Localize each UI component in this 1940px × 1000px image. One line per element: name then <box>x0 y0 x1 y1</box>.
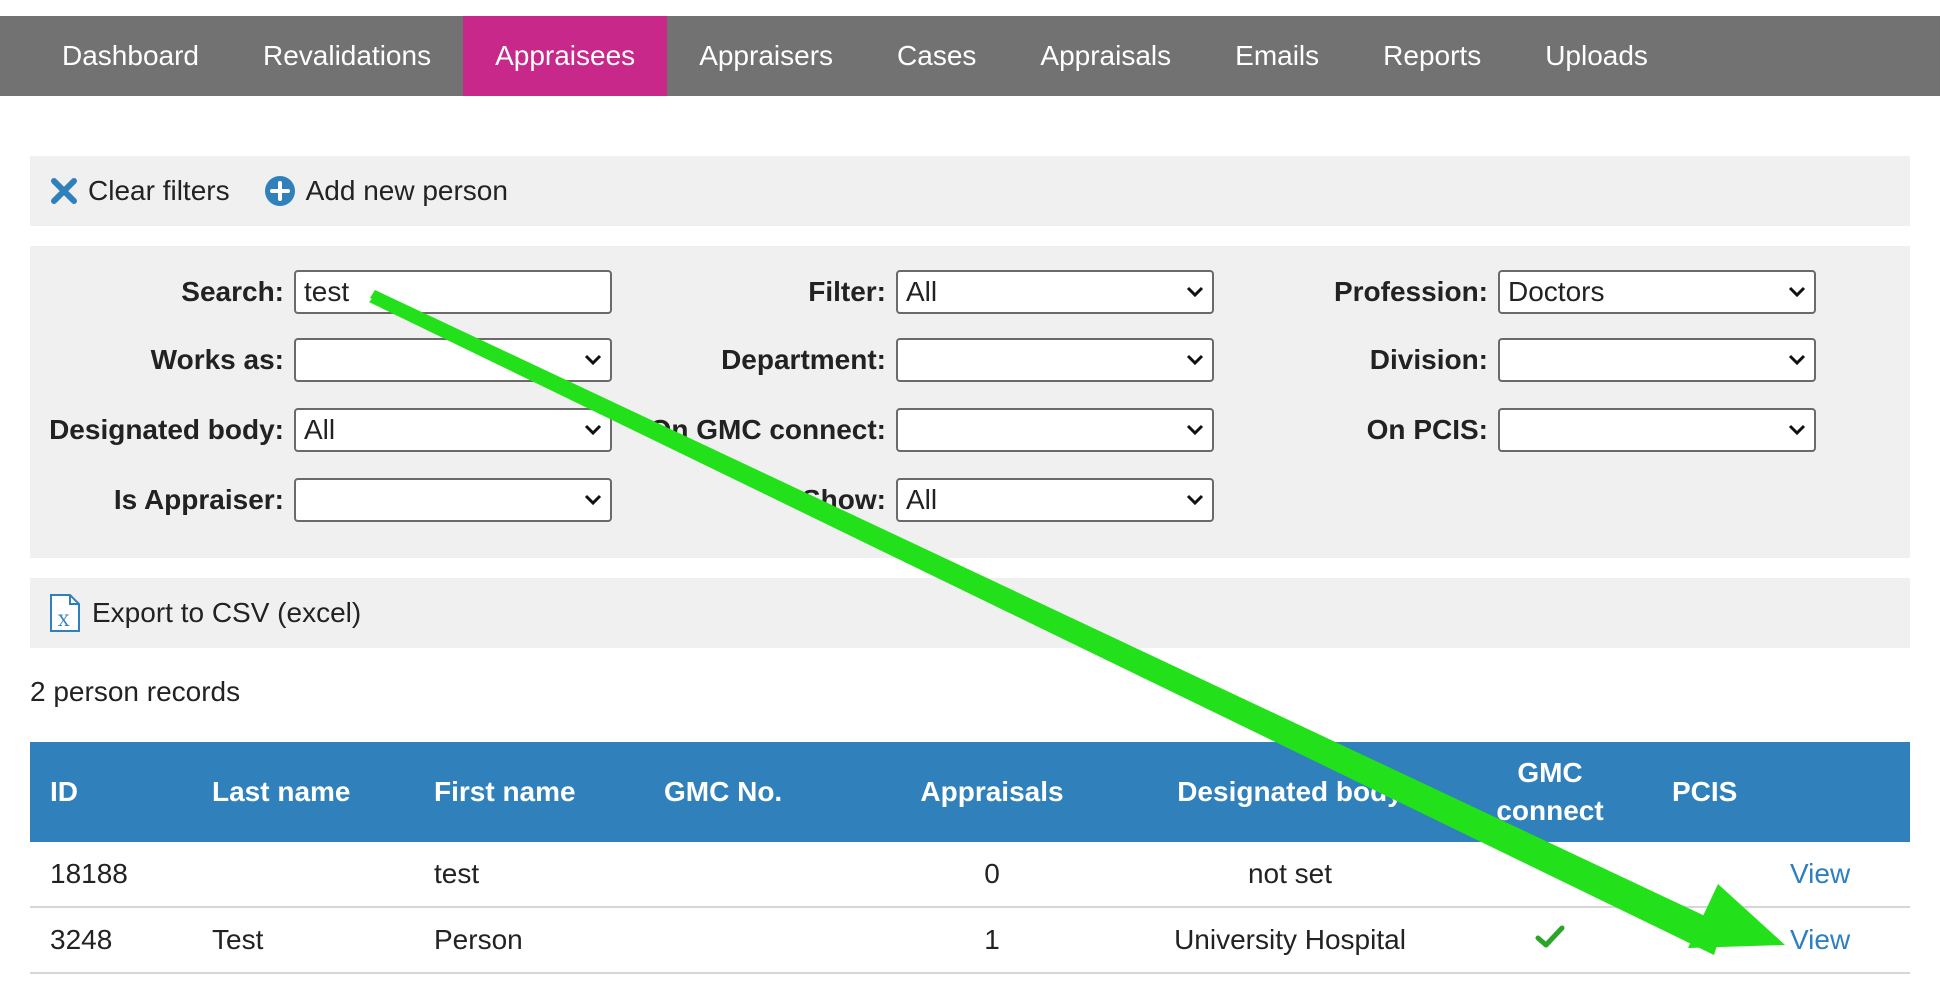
main-nav: Dashboard Revalidations Appraisees Appra… <box>0 16 1940 96</box>
show-select-value: All <box>906 484 938 515</box>
excel-file-icon: X <box>48 593 82 633</box>
clear-filters-button[interactable]: Clear filters <box>50 175 230 207</box>
show-select[interactable]: All <box>896 478 1214 522</box>
on-pcis-select[interactable] <box>1498 408 1816 452</box>
profession-label: Profession: <box>1333 276 1488 307</box>
nav-reports[interactable]: Reports <box>1351 16 1513 96</box>
add-new-person-button[interactable]: Add new person <box>264 175 508 207</box>
col-appraisals[interactable]: Appraisals <box>872 742 1112 842</box>
export-csv-button[interactable]: X Export to CSV (excel) <box>48 593 361 633</box>
actions-bar: Clear filters Add new person <box>30 156 1910 226</box>
nav-cases[interactable]: Cases <box>865 16 1008 96</box>
view-link[interactable]: View <box>1790 842 1850 906</box>
appraisees-table: ID Last name First name GMC No. Appraisa… <box>30 742 1910 974</box>
cell-first-name: test <box>434 858 480 889</box>
svg-text:X: X <box>58 611 70 630</box>
nav-appraisees[interactable]: Appraisees <box>463 16 668 96</box>
add-new-person-label: Add new person <box>305 175 508 206</box>
export-bar: X Export to CSV (excel) <box>30 578 1910 648</box>
nav-appraisers[interactable]: Appraisers <box>667 16 865 96</box>
nav-revalidations[interactable]: Revalidations <box>231 16 463 96</box>
profession-select-value: Doctors <box>1508 276 1605 307</box>
cell-appraisals: 1 <box>984 924 1000 955</box>
table-row: 18188 test 0 not set View <box>30 842 1910 908</box>
cell-first-name: Person <box>434 924 523 955</box>
chevron-down-icon <box>1788 424 1806 436</box>
records-count: 2 person records <box>30 676 241 707</box>
col-gmc-connect-line2: connect <box>1496 795 1604 826</box>
checkmark-icon <box>1535 924 1565 956</box>
show-label: Show: <box>802 484 886 515</box>
division-select[interactable] <box>1498 338 1816 382</box>
cell-designated-body: University Hospital <box>1174 924 1406 955</box>
chevron-down-icon <box>1186 494 1204 506</box>
cell-designated-body: not set <box>1247 858 1333 889</box>
nav-appraisals[interactable]: Appraisals <box>1008 16 1203 96</box>
chevron-down-icon <box>1788 354 1806 366</box>
col-gmc-no[interactable]: GMC No. <box>664 742 782 842</box>
nav-dashboard[interactable]: Dashboard <box>0 16 231 96</box>
table-row: 3248 Test Person 1 University Hospital V… <box>30 908 1910 974</box>
cell-id: 3248 <box>50 924 113 955</box>
table-header: ID Last name First name GMC No. Appraisa… <box>30 742 1910 842</box>
col-last-name[interactable]: Last name <box>212 742 351 842</box>
cell-id: 18188 <box>50 858 128 889</box>
clear-filters-label: Clear filters <box>88 175 230 206</box>
close-icon <box>50 177 78 205</box>
division-label: Division: <box>1369 344 1488 375</box>
col-first-name[interactable]: First name <box>434 742 576 842</box>
plus-circle-icon <box>264 175 296 207</box>
nav-uploads[interactable]: Uploads <box>1513 16 1680 96</box>
profession-select[interactable]: Doctors <box>1498 270 1816 314</box>
cell-last-name: Test <box>212 924 264 955</box>
chevron-down-icon <box>1788 286 1806 298</box>
col-gmc-connect-line1: GMC <box>1517 757 1583 788</box>
cell-appraisals: 0 <box>984 858 1000 889</box>
cell-gmc-connect <box>1470 908 1630 972</box>
view-link[interactable]: View <box>1790 908 1850 972</box>
col-id[interactable]: ID <box>50 742 78 842</box>
filters-panel: Search: Filter: All Profession: Doctors … <box>30 246 1910 558</box>
on-pcis-label: On PCIS: <box>1366 414 1488 445</box>
col-designated-body[interactable]: Designated body <box>1130 742 1450 842</box>
nav-emails[interactable]: Emails <box>1203 16 1351 96</box>
col-pcis[interactable]: PCIS <box>1672 742 1737 842</box>
export-csv-label: Export to CSV (excel) <box>92 597 362 628</box>
col-gmc-connect[interactable]: GMC connect <box>1470 742 1630 842</box>
